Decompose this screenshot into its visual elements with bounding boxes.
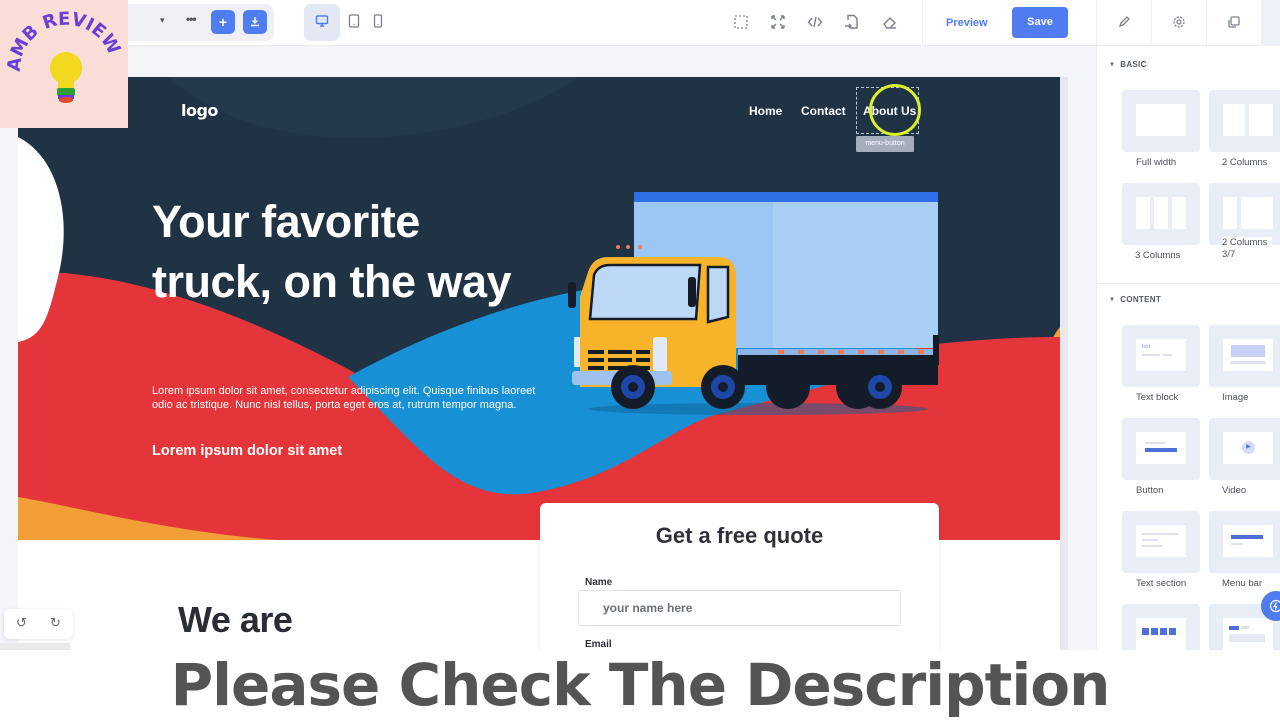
device-desktop-button[interactable] (304, 4, 340, 41)
panel-tabs (1097, 0, 1280, 46)
play-icon: ▶ (1242, 441, 1255, 454)
block-label: Button (1136, 485, 1164, 496)
hero-section[interactable]: logo Home Contact About Us menu-button Y… (18, 77, 1060, 540)
tab-style-manager[interactable] (1097, 0, 1152, 46)
block-video[interactable]: ▶ (1209, 418, 1280, 480)
add-button[interactable]: + (211, 10, 235, 34)
caption-text: Please Check The Description (170, 651, 1111, 719)
top-toolbar: ▾ ••• + Preview Save (0, 0, 1096, 46)
section-content-header[interactable]: ▼ CONTENT (1109, 295, 1161, 304)
collapse-caret-icon: ▼ (1109, 62, 1116, 68)
block-label: 3 Columns (1135, 250, 1181, 261)
block-2-columns[interactable] (1209, 90, 1280, 152)
fullscreen-icon[interactable] (769, 13, 787, 31)
select-outline-icon[interactable] (732, 13, 750, 31)
block-label: Video (1222, 485, 1247, 496)
channel-watermark: AMB REVIEW (0, 0, 128, 128)
block-menu-bar[interactable] (1209, 511, 1280, 573)
device-switcher (304, 4, 396, 41)
editor-canvas-area: logo Home Contact About Us menu-button Y… (0, 47, 1096, 657)
eraser-icon[interactable] (881, 13, 899, 31)
block-button[interactable] (1122, 418, 1200, 480)
status-strip (0, 643, 70, 650)
truck-illustration[interactable] (548, 187, 948, 427)
undo-icon[interactable]: ↺ (16, 615, 27, 631)
block-text-section[interactable] (1122, 511, 1200, 573)
lightning-icon (1269, 599, 1280, 613)
gear-icon (1173, 16, 1185, 28)
layers-icon (1228, 16, 1240, 28)
nav-link-contact[interactable]: Contact (801, 104, 846, 118)
canvas-scrollbar[interactable] (1060, 77, 1068, 657)
blocks-panel: ▼ BASIC Full width 2 Columns 3 Columns 2 … (1096, 0, 1280, 720)
hero-body-text[interactable]: Lorem ipsum dolor sit amet, consectetur … (152, 384, 542, 412)
text-thumb-label: text (1142, 344, 1151, 350)
more-options-icon[interactable]: ••• (186, 12, 197, 26)
mobile-icon[interactable] (373, 14, 383, 28)
block-text-block[interactable]: text (1122, 325, 1200, 387)
download-button[interactable] (243, 10, 267, 34)
desktop-icon (315, 15, 329, 27)
preview-button[interactable]: Preview (946, 8, 988, 38)
block-full-width[interactable] (1122, 90, 1200, 152)
save-button[interactable]: Save (1012, 7, 1068, 38)
code-icon[interactable] (806, 13, 824, 31)
collapse-caret-icon: ▼ (1109, 297, 1116, 303)
block-label: 2 Columns (1222, 157, 1268, 168)
tablet-icon[interactable] (348, 14, 360, 28)
block-label: Image (1222, 392, 1249, 403)
video-caption-banner: Please Check The Description (0, 650, 1280, 720)
block-label: 2 Columns 3/7 (1222, 237, 1272, 261)
left-gutter (0, 47, 18, 650)
section-divider (1097, 283, 1280, 284)
import-icon[interactable] (843, 13, 861, 31)
quote-form-title: Get a free quote (655, 523, 824, 548)
block-3-columns[interactable] (1122, 183, 1200, 245)
tab-blocks-active[interactable] (1262, 0, 1280, 46)
dropdown-caret-icon[interactable]: ▾ (160, 15, 165, 26)
cursor-highlight (869, 84, 921, 136)
email-field-label: Email (585, 639, 612, 650)
watermark-lightbulb-logo: AMB REVIEW (4, 9, 124, 103)
block-label: Text section (1136, 578, 1187, 589)
section-basic-header[interactable]: ▼ BASIC (1109, 60, 1147, 69)
pencil-icon (1118, 16, 1130, 28)
selected-component-badge: menu-button (856, 136, 914, 152)
hero-title[interactable]: Your favorite truck, on the way (152, 192, 532, 312)
block-label: Full width (1136, 157, 1177, 168)
quote-form-card: Get a free quote Name Email (540, 503, 939, 657)
plus-icon: + (218, 14, 228, 30)
page-builder-app: ▾ ••• + Preview Save logo Home Contact A… (0, 0, 1280, 720)
nav-link-home[interactable]: Home (749, 104, 782, 118)
block-label: Menu bar (1222, 578, 1263, 589)
block-2-columns-3-7[interactable] (1209, 183, 1280, 245)
redo-icon[interactable]: ↻ (50, 615, 61, 631)
history-controls: ↺ ↻ (4, 609, 73, 639)
toolbar-divider (922, 0, 923, 46)
name-input[interactable] (578, 590, 901, 626)
block-label: Text block (1136, 392, 1179, 403)
tab-layers[interactable] (1207, 0, 1262, 46)
page-canvas: logo Home Contact About Us menu-button Y… (18, 77, 1060, 657)
block-image[interactable] (1209, 325, 1280, 387)
name-field-label: Name (585, 577, 613, 588)
about-section-heading[interactable]: We are (178, 599, 293, 641)
download-icon (251, 17, 259, 27)
hero-subtitle[interactable]: Lorem ipsum dolor sit amet (152, 443, 342, 459)
tab-settings[interactable] (1152, 0, 1207, 46)
site-logo[interactable]: logo (181, 101, 218, 120)
